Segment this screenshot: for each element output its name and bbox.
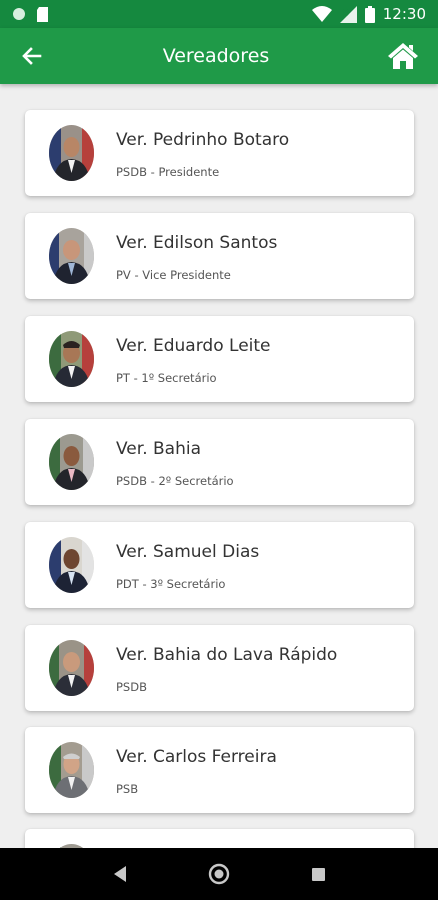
recents-square-icon [311, 867, 325, 881]
status-bar: 12:30 [0, 0, 438, 28]
avatar [49, 742, 94, 798]
member-role: PSB [116, 782, 139, 796]
avatar [49, 434, 94, 490]
back-button[interactable] [0, 28, 64, 84]
nav-recents-button[interactable] [298, 854, 338, 894]
member-role: PSDB [116, 680, 147, 694]
member-role: PSDB - Presidente [116, 165, 220, 179]
sd-card-icon [37, 6, 48, 22]
back-triangle-icon [113, 866, 126, 882]
member-name: Ver. Samuel Dias [116, 542, 260, 562]
system-nav-bar [0, 848, 438, 900]
avatar [49, 331, 94, 387]
member-role: PDT - 3º Secretário [116, 577, 226, 591]
list-item[interactable]: Ver. Bahia do Lava Rápido PSDB [25, 625, 414, 711]
member-role: PT - 1º Secretário [116, 371, 217, 385]
member-name: Ver. Pedrinho Botaro [116, 130, 290, 150]
list-item[interactable]: Ver. Edilson Santos PV - Vice Presidente [25, 213, 414, 299]
wifi-icon [311, 6, 332, 22]
list-item[interactable]: Ver. Samuel Dias PDT - 3º Secretário [25, 522, 414, 608]
page-title: Vereadores [162, 45, 270, 67]
member-name: Ver. Edilson Santos [116, 233, 278, 253]
signal-icon [339, 5, 357, 23]
member-role: PV - Vice Presidente [116, 268, 231, 282]
app-bar: Vereadores [0, 28, 438, 84]
avatar [49, 537, 94, 593]
member-name: Ver. Carlos Ferreira [116, 747, 277, 767]
battery-icon [364, 5, 375, 23]
list-item[interactable]: Ver. Eduardo Leite PT - 1º Secretário [25, 316, 414, 402]
circle-notification-icon [13, 8, 25, 20]
member-name: Ver. Bahia do Lava Rápido [116, 645, 338, 665]
list-item[interactable]: Ver. Pedrinho Botaro PSDB - Presidente [25, 110, 414, 196]
member-name: Ver. Eduardo Leite [116, 336, 271, 356]
home-icon [388, 43, 418, 69]
list-item[interactable]: Ver. Carlos Ferreira PSB [25, 727, 414, 813]
avatar [49, 125, 94, 181]
list-item[interactable] [25, 829, 414, 848]
home-circle-icon [208, 863, 230, 885]
arrow-left-icon [22, 47, 42, 65]
nav-home-button[interactable] [199, 854, 239, 894]
council-members-list: Ver. Pedrinho Botaro PSDB - Presidente V… [0, 84, 438, 848]
avatar [49, 228, 94, 284]
member-name: Ver. Bahia [116, 439, 201, 459]
list-item[interactable]: Ver. Bahia PSDB - 2º Secretário [25, 419, 414, 505]
avatar [49, 640, 94, 696]
nav-back-button[interactable] [100, 854, 140, 894]
status-time: 12:30 [382, 5, 426, 23]
home-button[interactable] [368, 28, 438, 84]
member-role: PSDB - 2º Secretário [116, 474, 234, 488]
